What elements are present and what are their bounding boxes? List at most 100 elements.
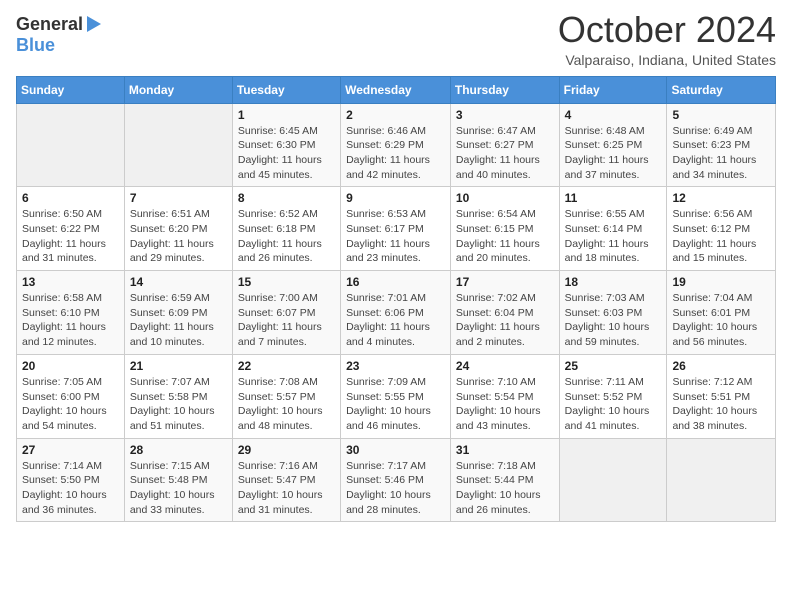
day-info: Sunrise: 7:05 AMSunset: 6:00 PMDaylight:… [22, 375, 119, 434]
day-number: 29 [238, 443, 335, 457]
table-row: 9Sunrise: 6:53 AMSunset: 6:17 PMDaylight… [341, 187, 451, 271]
day-number: 27 [22, 443, 119, 457]
table-row: 7 Sunrise: 6:51 AMSunset: 6:20 PMDaylight… [124, 187, 232, 271]
day-info: Sunrise: 6:48 AMSunset: 6:25 PMDaylight:… [565, 124, 662, 183]
day-info: Sunrise: 6:56 AMSunset: 6:12 PMDaylight:… [672, 207, 770, 266]
day-number: 7 [130, 191, 227, 205]
day-info: Sunrise: 6:45 AMSunset: 6:30 PMDaylight:… [238, 124, 335, 183]
day-number: 10 [456, 191, 554, 205]
day-info: Sunrise: 7:01 AMSunset: 6:06 PMDaylight:… [346, 291, 445, 350]
day-info: Sunrise: 7:03 AMSunset: 6:03 PMDaylight:… [565, 291, 662, 350]
day-number: 2 [346, 108, 445, 122]
day-number: 11 [565, 191, 662, 205]
table-row: 30Sunrise: 7:17 AMSunset: 5:46 PMDayligh… [341, 438, 451, 522]
day-info: Sunrise: 7:08 AMSunset: 5:57 PMDaylight:… [238, 375, 335, 434]
table-row [559, 438, 667, 522]
calendar-table: Sunday Monday Tuesday Wednesday Thursday… [16, 76, 776, 523]
day-info: Sunrise: 7:04 AMSunset: 6:01 PMDaylight:… [672, 291, 770, 350]
table-row: 4 Sunrise: 6:48 AMSunset: 6:25 PMDaylight… [559, 103, 667, 187]
day-number: 9 [346, 191, 445, 205]
col-saturday: Saturday [667, 76, 776, 103]
day-number: 4 [565, 108, 662, 122]
col-sunday: Sunday [17, 76, 125, 103]
table-row: 29 Sunrise: 7:16 AMSunset: 5:47 PMDayligh… [232, 438, 340, 522]
table-row: 19 Sunrise: 7:04 AMSunset: 6:01 PMDayligh… [667, 271, 776, 355]
day-number: 6 [22, 191, 119, 205]
day-info: Sunrise: 6:46 AMSunset: 6:29 PMDaylight:… [346, 124, 445, 183]
day-info: Sunrise: 6:51 AMSunset: 6:20 PMDaylight:… [130, 207, 227, 266]
calendar-header-row: Sunday Monday Tuesday Wednesday Thursday… [17, 76, 776, 103]
table-row: 2 Sunrise: 6:46 AMSunset: 6:29 PMDaylight… [341, 103, 451, 187]
title-block: October 2024 Valparaiso, Indiana, United… [558, 10, 776, 68]
day-number: 31 [456, 443, 554, 457]
col-tuesday: Tuesday [232, 76, 340, 103]
day-number: 23 [346, 359, 445, 373]
day-number: 22 [238, 359, 335, 373]
table-row: 12 Sunrise: 6:56 AMSunset: 6:12 PMDayligh… [667, 187, 776, 271]
table-row: 5Sunrise: 6:49 AMSunset: 6:23 PMDaylight… [667, 103, 776, 187]
day-info: Sunrise: 7:16 AMSunset: 5:47 PMDaylight:… [238, 459, 335, 518]
table-row: 25 Sunrise: 7:11 AMSunset: 5:52 PMDayligh… [559, 354, 667, 438]
header: General Blue October 2024 Valparaiso, In… [16, 10, 776, 68]
day-info: Sunrise: 7:10 AMSunset: 5:54 PMDaylight:… [456, 375, 554, 434]
table-row: 3 Sunrise: 6:47 AMSunset: 6:27 PMDaylight… [450, 103, 559, 187]
page: General Blue October 2024 Valparaiso, In… [0, 0, 792, 538]
day-info: Sunrise: 6:54 AMSunset: 6:15 PMDaylight:… [456, 207, 554, 266]
day-info: Sunrise: 6:55 AMSunset: 6:14 PMDaylight:… [565, 207, 662, 266]
calendar-week-row: 1 Sunrise: 6:45 AMSunset: 6:30 PMDaylight… [17, 103, 776, 187]
table-row: 31Sunrise: 7:18 AMSunset: 5:44 PMDayligh… [450, 438, 559, 522]
calendar-week-row: 20 Sunrise: 7:05 AMSunset: 6:00 PMDayligh… [17, 354, 776, 438]
table-row: 14Sunrise: 6:59 AMSunset: 6:09 PMDayligh… [124, 271, 232, 355]
day-number: 28 [130, 443, 227, 457]
table-row: 20 Sunrise: 7:05 AMSunset: 6:00 PMDayligh… [17, 354, 125, 438]
table-row: 18 Sunrise: 7:03 AMSunset: 6:03 PMDayligh… [559, 271, 667, 355]
day-number: 1 [238, 108, 335, 122]
table-row: 17Sunrise: 7:02 AMSunset: 6:04 PMDayligh… [450, 271, 559, 355]
day-info: Sunrise: 6:58 AMSunset: 6:10 PMDaylight:… [22, 291, 119, 350]
logo-general-text: General [16, 14, 83, 35]
logo-blue-text: Blue [16, 35, 55, 56]
day-info: Sunrise: 7:11 AMSunset: 5:52 PMDaylight:… [565, 375, 662, 434]
table-row: 13 Sunrise: 6:58 AMSunset: 6:10 PMDayligh… [17, 271, 125, 355]
logo: General Blue [16, 10, 101, 56]
table-row: 23 Sunrise: 7:09 AMSunset: 5:55 PMDayligh… [341, 354, 451, 438]
day-number: 14 [130, 275, 227, 289]
table-row: 11 Sunrise: 6:55 AMSunset: 6:14 PMDayligh… [559, 187, 667, 271]
day-info: Sunrise: 7:02 AMSunset: 6:04 PMDaylight:… [456, 291, 554, 350]
day-number: 12 [672, 191, 770, 205]
table-row: 8 Sunrise: 6:52 AMSunset: 6:18 PMDaylight… [232, 187, 340, 271]
table-row [124, 103, 232, 187]
calendar-week-row: 27 Sunrise: 7:14 AMSunset: 5:50 PMDayligh… [17, 438, 776, 522]
day-number: 20 [22, 359, 119, 373]
day-number: 26 [672, 359, 770, 373]
table-row: 21Sunrise: 7:07 AMSunset: 5:58 PMDayligh… [124, 354, 232, 438]
calendar-week-row: 13 Sunrise: 6:58 AMSunset: 6:10 PMDayligh… [17, 271, 776, 355]
day-info: Sunrise: 7:07 AMSunset: 5:58 PMDaylight:… [130, 375, 227, 434]
table-row: 22 Sunrise: 7:08 AMSunset: 5:57 PMDayligh… [232, 354, 340, 438]
day-number: 18 [565, 275, 662, 289]
table-row [667, 438, 776, 522]
day-number: 3 [456, 108, 554, 122]
day-number: 13 [22, 275, 119, 289]
table-row: 16 Sunrise: 7:01 AMSunset: 6:06 PMDayligh… [341, 271, 451, 355]
col-friday: Friday [559, 76, 667, 103]
day-number: 25 [565, 359, 662, 373]
day-number: 16 [346, 275, 445, 289]
day-info: Sunrise: 6:52 AMSunset: 6:18 PMDaylight:… [238, 207, 335, 266]
page-title: October 2024 [558, 10, 776, 50]
day-info: Sunrise: 7:15 AMSunset: 5:48 PMDaylight:… [130, 459, 227, 518]
table-row: 26 Sunrise: 7:12 AMSunset: 5:51 PMDayligh… [667, 354, 776, 438]
day-info: Sunrise: 7:09 AMSunset: 5:55 PMDaylight:… [346, 375, 445, 434]
day-info: Sunrise: 7:12 AMSunset: 5:51 PMDaylight:… [672, 375, 770, 434]
day-info: Sunrise: 6:47 AMSunset: 6:27 PMDaylight:… [456, 124, 554, 183]
day-info: Sunrise: 7:00 AMSunset: 6:07 PMDaylight:… [238, 291, 335, 350]
day-number: 8 [238, 191, 335, 205]
day-number: 30 [346, 443, 445, 457]
day-info: Sunrise: 6:50 AMSunset: 6:22 PMDaylight:… [22, 207, 119, 266]
col-thursday: Thursday [450, 76, 559, 103]
col-wednesday: Wednesday [341, 76, 451, 103]
day-number: 19 [672, 275, 770, 289]
calendar-week-row: 6 Sunrise: 6:50 AMSunset: 6:22 PMDaylight… [17, 187, 776, 271]
day-info: Sunrise: 7:14 AMSunset: 5:50 PMDaylight:… [22, 459, 119, 518]
day-info: Sunrise: 6:49 AMSunset: 6:23 PMDaylight:… [672, 124, 770, 183]
